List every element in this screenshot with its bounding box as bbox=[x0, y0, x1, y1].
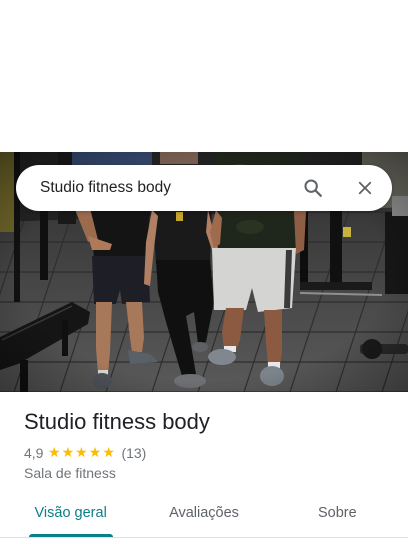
star-icon: ★ bbox=[47, 445, 61, 461]
active-tab-indicator bbox=[28, 534, 113, 537]
rating-row[interactable]: 4,9 ★ ★ ★ ★ ★ (13) bbox=[24, 443, 146, 463]
clear-search-button[interactable] bbox=[353, 176, 377, 200]
review-count[interactable]: (13) bbox=[121, 445, 146, 461]
tab-label: Sobre bbox=[317, 505, 357, 521]
tab-label: Visão geral bbox=[34, 505, 107, 521]
search-input[interactable]: Studio fitness body bbox=[40, 165, 171, 211]
place-category[interactable]: Sala de fitness bbox=[24, 463, 116, 483]
star-icon: ★ bbox=[102, 445, 115, 461]
search-bar[interactable]: Studio fitness body bbox=[16, 165, 392, 211]
rating-value: 4,9 bbox=[24, 445, 44, 461]
star-icon: ★ bbox=[61, 445, 75, 461]
place-tabs: Visão geral Avaliações Sobre bbox=[0, 490, 408, 538]
close-icon bbox=[358, 181, 372, 195]
star-icon: ★ bbox=[88, 445, 102, 461]
rating-stars: ★ ★ ★ ★ ★ bbox=[47, 443, 115, 463]
tab-avaliacoes[interactable]: Avaliações bbox=[137, 490, 270, 537]
star-icon: ★ bbox=[75, 445, 88, 461]
tab-visao-geral[interactable]: Visão geral bbox=[4, 490, 137, 537]
search-button[interactable] bbox=[301, 176, 325, 200]
search-icon bbox=[304, 179, 322, 197]
tab-label: Avaliações bbox=[169, 505, 239, 521]
tab-sobre[interactable]: Sobre bbox=[271, 490, 404, 537]
place-title: Studio fitness body bbox=[24, 409, 210, 434]
